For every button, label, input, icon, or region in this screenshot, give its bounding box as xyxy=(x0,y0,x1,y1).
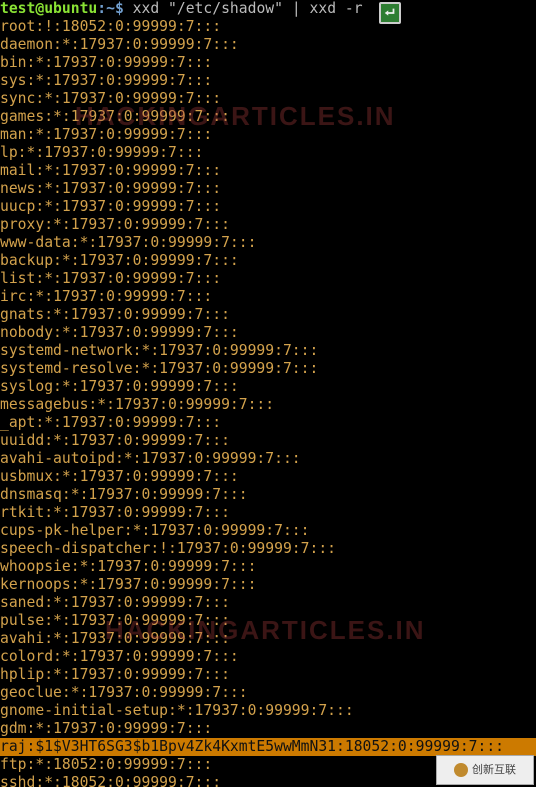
shadow-line: syslog:*:17937:0:99999:7::: xyxy=(0,378,536,396)
shadow-line: root:!:18052:0:99999:7::: xyxy=(0,18,536,36)
shadow-line: gnome-initial-setup:*:17937:0:99999:7::: xyxy=(0,702,536,720)
shadow-line: messagebus:*:17937:0:99999:7::: xyxy=(0,396,536,414)
shadow-line: uuidd:*:17937:0:99999:7::: xyxy=(0,432,536,450)
corner-logo: 创新互联 xyxy=(436,755,534,785)
shadow-line: avahi-autoipd:*:17937:0:99999:7::: xyxy=(0,450,536,468)
prompt-line: test@ubuntu:~$ xxd "/etc/shadow" | xxd -… xyxy=(0,0,536,18)
shadow-line: sys:*:17937:0:99999:7::: xyxy=(0,72,536,90)
shadow-line: gdm:*:17937:0:99999:7::: xyxy=(0,720,536,738)
prompt-separator: :~$ xyxy=(97,0,124,17)
shadow-line: list:*:17937:0:99999:7::: xyxy=(0,270,536,288)
shadow-line: bin:*:17937:0:99999:7::: xyxy=(0,54,536,72)
shadow-line: nobody:*:17937:0:99999:7::: xyxy=(0,324,536,342)
shadow-line: avahi:*:17937:0:99999:7::: xyxy=(0,630,536,648)
shadow-line: mail:*:17937:0:99999:7::: xyxy=(0,162,536,180)
shadow-line: news:*:17937:0:99999:7::: xyxy=(0,180,536,198)
terminal-output[interactable]: test@ubuntu:~$ xxd "/etc/shadow" | xxd -… xyxy=(0,0,536,787)
shadow-line: systemd-network:*:17937:0:99999:7::: xyxy=(0,342,536,360)
prompt-command: xxd "/etc/shadow" | xxd -r xyxy=(124,0,363,17)
shadow-line: backup:*:17937:0:99999:7::: xyxy=(0,252,536,270)
gear-icon xyxy=(454,763,468,777)
shadow-line: colord:*:17937:0:99999:7::: xyxy=(0,648,536,666)
shadow-line: uucp:*:17937:0:99999:7::: xyxy=(0,198,536,216)
shadow-line: cups-pk-helper:*:17937:0:99999:7::: xyxy=(0,522,536,540)
shadow-line: www-data:*:17937:0:99999:7::: xyxy=(0,234,536,252)
shadow-line: lp:*:17937:0:99999:7::: xyxy=(0,144,536,162)
shadow-line: man:*:17937:0:99999:7::: xyxy=(0,126,536,144)
shadow-line: saned:*:17937:0:99999:7::: xyxy=(0,594,536,612)
enter-key-icon xyxy=(379,2,401,24)
shadow-line: rtkit:*:17937:0:99999:7::: xyxy=(0,504,536,522)
shadow-line: kernoops:*:17937:0:99999:7::: xyxy=(0,576,536,594)
shadow-line: sync:*:17937:0:99999:7::: xyxy=(0,90,536,108)
shadow-line: daemon:*:17937:0:99999:7::: xyxy=(0,36,536,54)
shadow-line: usbmux:*:17937:0:99999:7::: xyxy=(0,468,536,486)
shadow-line: hplip:*:17937:0:99999:7::: xyxy=(0,666,536,684)
shadow-line: geoclue:*:17937:0:99999:7::: xyxy=(0,684,536,702)
shadow-line: irc:*:17937:0:99999:7::: xyxy=(0,288,536,306)
shadow-line: pulse:*:17937:0:99999:7::: xyxy=(0,612,536,630)
shadow-line: dnsmasq:*:17937:0:99999:7::: xyxy=(0,486,536,504)
shadow-line: gnats:*:17937:0:99999:7::: xyxy=(0,306,536,324)
shadow-line: whoopsie:*:17937:0:99999:7::: xyxy=(0,558,536,576)
shadow-line: _apt:*:17937:0:99999:7::: xyxy=(0,414,536,432)
shadow-file-content: root:!:18052:0:99999:7:::daemon:*:17937:… xyxy=(0,18,536,787)
shadow-line: games:*:17937:0:99999:7::: xyxy=(0,108,536,126)
corner-logo-text: 创新互联 xyxy=(472,761,516,779)
shadow-line-highlighted: raj:$1$V3HT6SG3$b1Bpv4Zk4KxmtE5wwMmN31:1… xyxy=(0,738,536,756)
shadow-line: speech-dispatcher:!:17937:0:99999:7::: xyxy=(0,540,536,558)
prompt-userhost: test@ubuntu xyxy=(0,0,97,17)
shadow-line: systemd-resolve:*:17937:0:99999:7::: xyxy=(0,360,536,378)
shadow-line: proxy:*:17937:0:99999:7::: xyxy=(0,216,536,234)
